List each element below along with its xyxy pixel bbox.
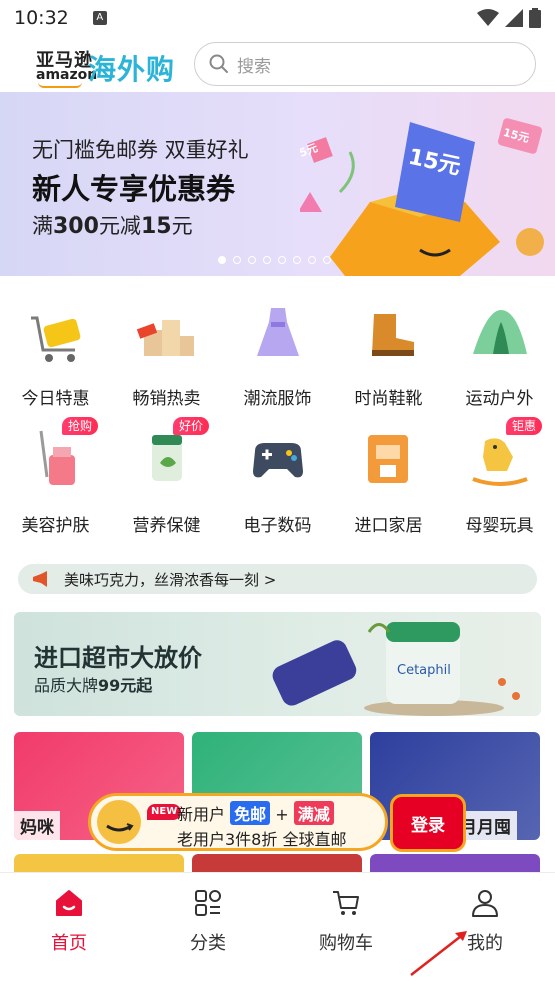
pagination-dot: [233, 256, 241, 264]
sale-cart-icon: [31, 316, 81, 362]
category-label: 潮流服饰: [243, 389, 312, 409]
search-placeholder: 搜索: [237, 56, 271, 77]
cart-icon: [333, 891, 359, 915]
tab-category[interactable]: 分类: [139, 873, 277, 963]
search-icon: [209, 54, 228, 73]
supplement-bottle-icon: [152, 435, 182, 481]
dress-icon: [257, 308, 299, 356]
gift-box-illustration: 15元 15元 15元: [300, 118, 544, 276]
pagination-dot: [323, 256, 331, 264]
status-time: 10:32: [14, 7, 69, 29]
category-label: 今日特惠: [21, 389, 90, 409]
category-item[interactable]: 营养保健: [111, 427, 222, 537]
pagination-dot: [263, 256, 271, 264]
login-button[interactable]: 登录: [390, 794, 466, 852]
tab-label: 购物车: [319, 933, 373, 954]
pagination-dot: [248, 256, 256, 264]
banner-line-1: 无门槛免邮券 双重好礼: [32, 138, 249, 162]
supplement-products-image: Cetaphil: [272, 622, 520, 716]
category-label: 运动户外: [465, 389, 534, 409]
coffee-machine-icon: [368, 435, 408, 483]
status-indicators: [477, 8, 541, 28]
category-badge: 钜惠: [506, 417, 543, 435]
tab-label: 分类: [190, 933, 226, 954]
wifi-icon: [477, 9, 499, 26]
logo-text-overseas: 海外购: [88, 53, 176, 86]
tab-label: 首页: [51, 933, 87, 954]
category-label: 时尚鞋靴: [354, 389, 423, 409]
category-item[interactable]: 美容护肤: [0, 427, 111, 537]
notice-text: 美味巧克力，丝滑浓香每一刻 >: [64, 570, 277, 589]
category-item[interactable]: 进口家居: [333, 427, 444, 537]
category-item[interactable]: 母婴玩具: [444, 427, 555, 537]
promo-banner[interactable]: 无门槛免邮券 双重好礼 新人专享优惠券 满300元减15元 15元 15元 15…: [0, 92, 555, 276]
pagination-dot: [293, 256, 301, 264]
category-item[interactable]: 畅销热卖: [111, 300, 222, 410]
category-item[interactable]: 运动户外: [444, 300, 555, 410]
discount-tag: 满减: [293, 801, 334, 825]
home-icon: [56, 890, 82, 916]
podium-icon: [136, 320, 194, 356]
tab-home[interactable]: 首页: [0, 873, 138, 963]
tent-icon: [473, 310, 527, 354]
category-badge: 好价: [173, 417, 210, 435]
gamepad-icon: [253, 443, 303, 478]
new-user-float-bar[interactable]: NEW 新用户 免邮 + 满减 老用户3件8折 全球直邮: [88, 793, 388, 851]
category-item[interactable]: 时尚鞋靴: [333, 300, 444, 410]
tab-profile[interactable]: 我的: [416, 873, 554, 963]
category-badge: 抢购: [62, 417, 99, 435]
category-label: 母婴玩具: [465, 516, 534, 536]
notification-icon: A: [92, 11, 107, 25]
category-label: 营养保健: [132, 516, 201, 536]
search-bar[interactable]: 搜索: [194, 42, 536, 86]
pagination-dot: [308, 256, 316, 264]
cetaphil-label: Cetaphil: [397, 663, 451, 678]
product-card-label: 妈咪: [14, 811, 60, 840]
battery-icon: [529, 8, 541, 28]
profile-icon: [472, 890, 498, 917]
rocking-horse-icon: [472, 438, 528, 486]
signal-icon: [505, 9, 523, 27]
bottom-tab-bar: 首页 分类 购物车 我的: [0, 872, 555, 986]
new-user-offer: 新用户 免邮 + 满减: [177, 801, 334, 825]
banner-title: 新人专享优惠券: [32, 172, 236, 206]
tab-cart[interactable]: 购物车: [277, 873, 415, 963]
notice-bar[interactable]: 美味巧克力，丝滑浓香每一刻 >: [18, 564, 537, 594]
banner-line-3: 满300元减15元: [32, 214, 193, 239]
old-user-offer: 老用户3件8折 全球直邮: [177, 830, 347, 849]
product-cards-row2: [14, 854, 541, 874]
category-label: 美容护肤: [21, 516, 90, 536]
category-icon: [195, 890, 221, 916]
smile-arrow-icon: [106, 823, 134, 832]
pagination-dot: [218, 256, 226, 264]
dropper-bottle-icon: [39, 430, 75, 485]
boot-icon: [372, 314, 414, 356]
amazon-global-logo[interactable]: 亚马逊 amazon 海外购: [36, 44, 181, 88]
import-supermarket-banner[interactable]: 进口超市大放价 品质大牌99元起 Cetaphil: [14, 612, 541, 716]
pagination-dot: [278, 256, 286, 264]
banner-pagination: [218, 256, 331, 264]
promo-subtitle: 品质大牌99元起: [34, 676, 153, 695]
amazon-smile-logo: [97, 800, 141, 844]
promo-title: 进口超市大放价: [34, 644, 202, 672]
tab-label: 我的: [467, 933, 503, 954]
category-label: 电子数码: [243, 516, 312, 536]
category-item[interactable]: 电子数码: [222, 427, 333, 537]
status-bar: 10:32 A: [0, 0, 555, 36]
amazon-smile-icon: [38, 82, 82, 88]
category-item[interactable]: 潮流服饰: [222, 300, 333, 410]
category-label: 畅销热卖: [132, 389, 201, 409]
megaphone-icon: [33, 571, 47, 587]
category-item[interactable]: 今日特惠: [0, 300, 111, 410]
category-label: 进口家居: [354, 516, 423, 536]
free-shipping-tag: 免邮: [230, 801, 271, 825]
header: 亚马逊 amazon 海外购 搜索: [0, 40, 555, 92]
